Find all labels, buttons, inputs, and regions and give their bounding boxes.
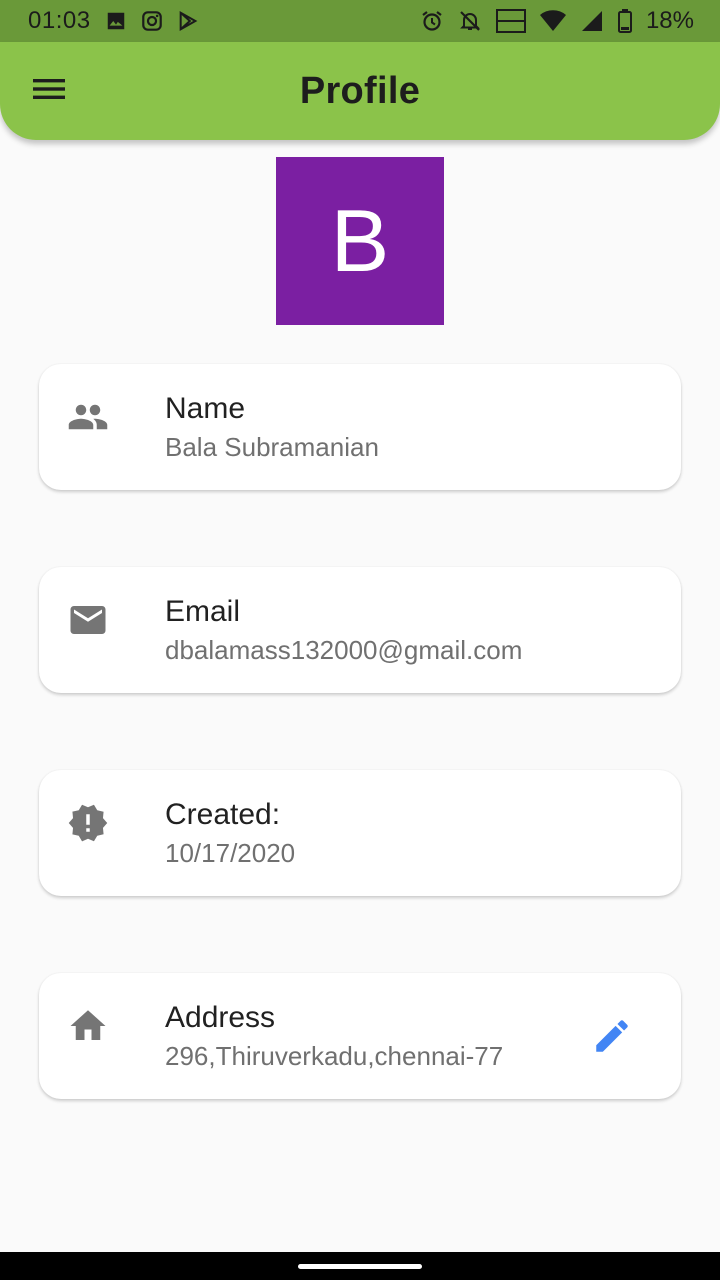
instagram-icon [141, 10, 163, 32]
status-time: 01:03 [28, 7, 91, 34]
name-card: Name Bala Subramanian [39, 364, 681, 490]
menu-icon [32, 77, 66, 106]
new-releases-icon [67, 802, 109, 844]
alarm-icon [420, 9, 444, 33]
avatar-initial: B [330, 191, 390, 290]
avatar: B [276, 157, 444, 325]
email-card: Email dbalamass132000@gmail.com [39, 567, 681, 693]
page-title: Profile [299, 69, 421, 112]
status-bar: 01:03 18% [0, 0, 720, 42]
notifications-off-icon [458, 9, 482, 33]
address-card: Address 296,Thiruverkadu,chennai-77 [39, 973, 681, 1099]
app-bar: Profile [0, 42, 720, 140]
edit-icon [596, 1020, 628, 1052]
play-store-icon [177, 10, 199, 32]
name-value: Bala Subramanian [165, 432, 379, 462]
battery-percentage: 18% [645, 7, 694, 34]
home-icon [67, 1005, 109, 1047]
menu-button[interactable] [26, 70, 72, 112]
email-value: dbalamass132000@gmail.com [165, 635, 523, 665]
created-value: 10/17/2020 [165, 838, 296, 868]
address-value: 296,Thiruverkadu,chennai-77 [165, 1041, 504, 1071]
edit-address-button[interactable] [591, 1015, 633, 1057]
battery-icon [617, 9, 632, 33]
image-icon [105, 10, 127, 32]
created-label: Created: [165, 798, 281, 831]
signal-icon [580, 9, 604, 33]
status-right: 18% [420, 7, 694, 35]
people-icon [67, 396, 109, 438]
name-label: Name [165, 392, 246, 425]
volte-icon [495, 9, 526, 33]
email-label: Email [165, 595, 241, 628]
status-left: 01:03 [28, 7, 199, 35]
wifi-icon [539, 10, 566, 32]
system-nav-bar [0, 1252, 720, 1280]
created-card: Created: 10/17/2020 [39, 770, 681, 896]
home-indicator[interactable] [298, 1264, 422, 1269]
address-label: Address [165, 1001, 276, 1034]
mail-icon [67, 599, 109, 641]
